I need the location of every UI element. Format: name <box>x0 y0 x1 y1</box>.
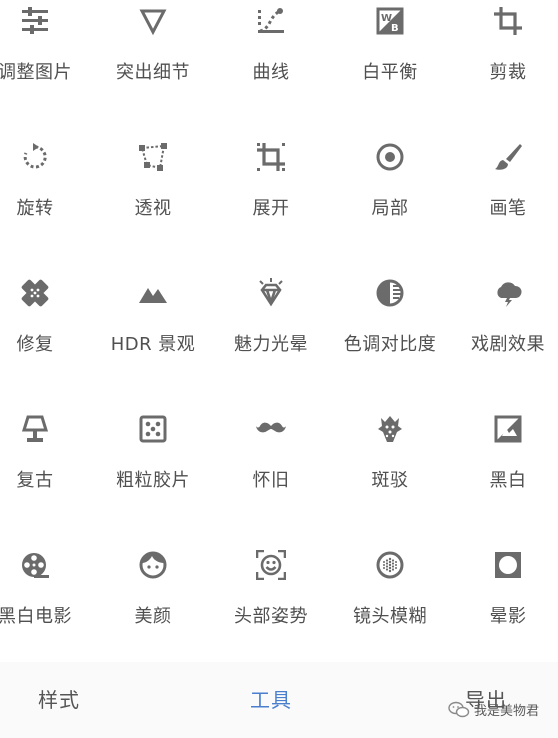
tool-healing[interactable]: 修复 <box>0 278 95 408</box>
tool-label: 黑白 <box>489 470 527 491</box>
face-icon <box>138 550 168 580</box>
svg-text:B: B <box>391 23 399 34</box>
black-white-icon <box>493 414 523 444</box>
tool-label: 局部 <box>371 198 409 219</box>
tonal-contrast-icon <box>375 278 405 308</box>
tool-label: 修复 <box>16 334 54 355</box>
drama-cloud-icon <box>493 278 523 308</box>
tool-label: 怀旧 <box>252 470 290 491</box>
tool-perspective[interactable]: 透视 <box>93 142 213 272</box>
tool-label: 色调对比度 <box>343 334 437 355</box>
diamond-icon <box>256 278 286 308</box>
lamp-icon <box>20 414 50 444</box>
tool-triangle-down[interactable]: 突出细节 <box>93 6 213 136</box>
tool-face[interactable]: 美颜 <box>93 550 213 680</box>
tool-label: 复古 <box>16 470 54 491</box>
crop-icon <box>493 6 523 36</box>
tool-black-white[interactable]: 黑白 <box>448 414 558 544</box>
curve-icon <box>256 6 286 36</box>
grunge-icon <box>375 414 405 444</box>
white-balance-icon: WB <box>375 6 405 36</box>
tool-label: 展开 <box>252 198 290 219</box>
selective-icon <box>375 142 405 172</box>
tool-label: 剪裁 <box>489 62 527 83</box>
tool-diamond[interactable]: 魅力光晕 <box>211 278 331 408</box>
mustache-icon <box>256 414 286 444</box>
tool-vignette[interactable]: 晕影 <box>448 550 558 680</box>
perspective-icon <box>138 142 168 172</box>
tool-label: 镜头模糊 <box>353 606 427 627</box>
tool-label: HDR 景观 <box>110 334 196 355</box>
tool-label: 晕影 <box>489 606 527 627</box>
tool-label: 白平衡 <box>362 62 418 83</box>
tool-label: 突出细节 <box>116 62 190 83</box>
tool-label: 粗粒胶片 <box>116 470 190 491</box>
tool-head-pose[interactable]: 头部姿势 <box>211 550 331 680</box>
tool-label: 画笔 <box>489 198 527 219</box>
tool-tonal-contrast[interactable]: 色调对比度 <box>330 278 450 408</box>
tool-label: 斑驳 <box>371 470 409 491</box>
tool-lamp[interactable]: 复古 <box>0 414 95 544</box>
film-reel-icon <box>20 550 50 580</box>
sliders-icon <box>20 6 50 36</box>
tool-label: 头部姿势 <box>234 606 308 627</box>
tab-styles[interactable]: 样式 <box>38 684 80 713</box>
wechat-icon <box>448 701 470 717</box>
tool-mustache[interactable]: 怀旧 <box>211 414 331 544</box>
rotate-icon <box>20 142 50 172</box>
brush-icon <box>493 142 523 172</box>
tool-label: 曲线 <box>252 62 290 83</box>
tool-label: 美颜 <box>134 606 172 627</box>
tool-grunge[interactable]: 斑驳 <box>330 414 450 544</box>
tool-label: 魅力光晕 <box>234 334 308 355</box>
tool-dice[interactable]: 粗粒胶片 <box>93 414 213 544</box>
healing-icon <box>20 278 50 308</box>
tool-label: 戏剧效果 <box>471 334 545 355</box>
tool-crop[interactable]: 剪裁 <box>448 6 558 136</box>
head-pose-icon <box>256 550 286 580</box>
lens-blur-icon <box>375 550 405 580</box>
tool-white-balance[interactable]: W B 白平衡 <box>330 6 450 136</box>
tool-sliders[interactable]: 调整图片 <box>0 6 95 136</box>
tool-mountains[interactable]: HDR 景观 <box>93 278 213 408</box>
watermark-text: 我是美物君 <box>474 704 540 719</box>
vignette-icon <box>493 550 523 580</box>
mountains-icon <box>138 278 168 308</box>
tool-expand[interactable]: 展开 <box>211 142 331 272</box>
tool-brush[interactable]: 画笔 <box>448 142 558 272</box>
tool-label: 黑白电影 <box>0 606 72 627</box>
tool-drama-cloud[interactable]: 戏剧效果 <box>448 278 558 408</box>
tool-lens-blur[interactable]: 镜头模糊 <box>330 550 450 680</box>
tool-label: 调整图片 <box>0 62 72 83</box>
tool-rotate[interactable]: 旋转 <box>0 142 95 272</box>
tool-selective[interactable]: 局部 <box>330 142 450 272</box>
tool-label: 透视 <box>134 198 172 219</box>
tool-film-reel[interactable]: 黑白电影 <box>0 550 95 680</box>
dice-icon <box>138 414 168 444</box>
tab-tools[interactable]: 工具 <box>250 684 292 713</box>
expand-icon <box>256 142 286 172</box>
triangle-down-icon <box>138 6 168 36</box>
tool-curve[interactable]: 曲线 <box>211 6 331 136</box>
watermark: 我是美物君 <box>448 700 539 719</box>
tool-label: 旋转 <box>16 198 54 219</box>
